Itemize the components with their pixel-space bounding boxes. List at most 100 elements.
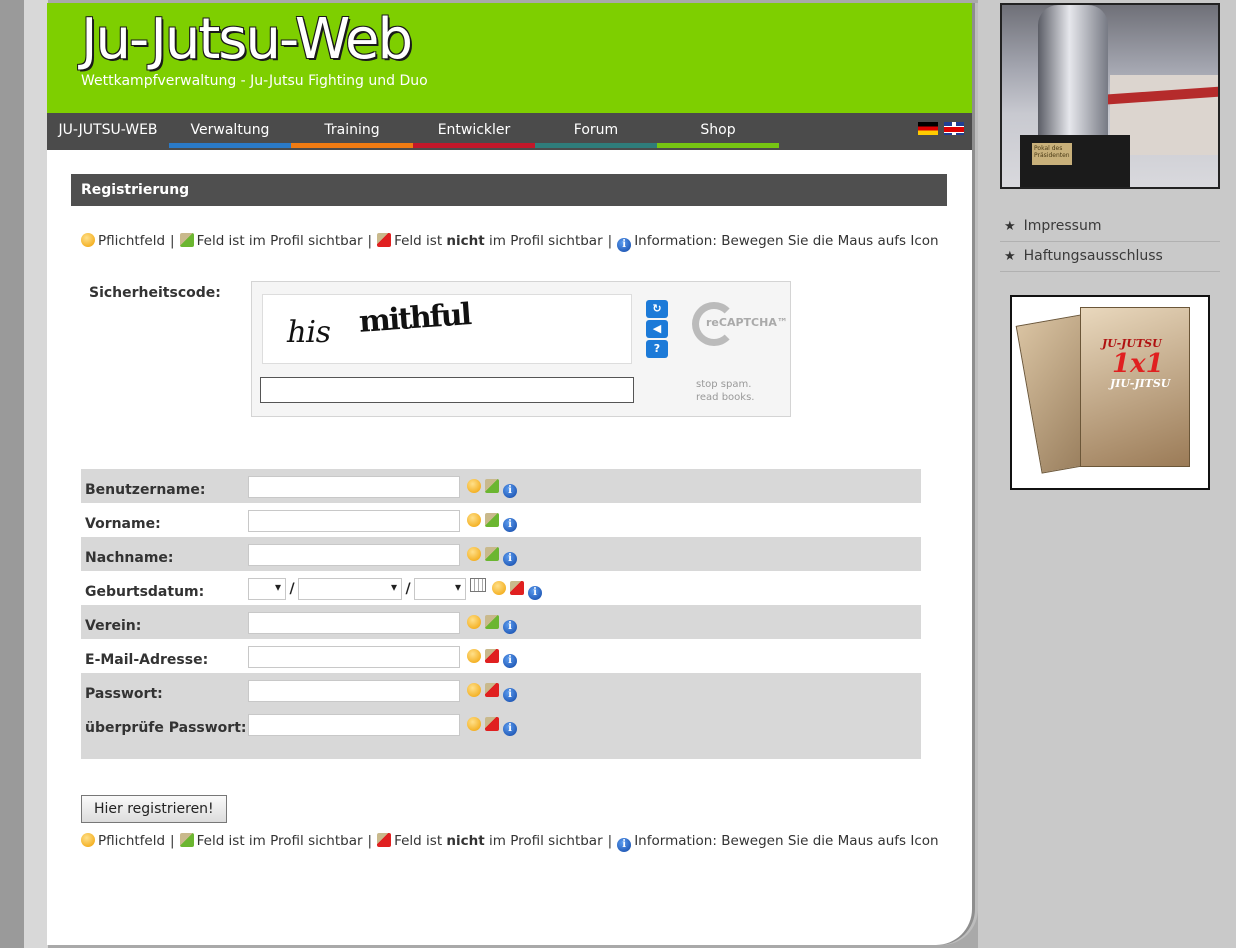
- info-icon[interactable]: i: [503, 688, 517, 702]
- nav-item-entwickler[interactable]: Entwickler: [413, 113, 535, 150]
- help-icon[interactable]: ?: [646, 340, 668, 358]
- refresh-icon[interactable]: ↻: [646, 300, 668, 318]
- nav-bar: [535, 143, 657, 148]
- legend-top: Pflichtfeld | Feld ist im Profil sichtbar |…: [81, 231, 951, 252]
- legend-visible: Feld ist im Profil sichtbar: [196, 833, 363, 849]
- legend-required: Pflichtfeld: [98, 833, 166, 849]
- field-icons: i: [467, 612, 521, 634]
- book-advert[interactable]: JU-JUTSU 1x1 JIU-JITSU: [1010, 295, 1210, 490]
- required-icon: [81, 833, 95, 847]
- not-visible-icon: [377, 233, 392, 247]
- info-icon[interactable]: i: [503, 484, 517, 498]
- sidebar-link-label: Haftungsausschluss: [1023, 248, 1163, 264]
- trophy-image[interactable]: Pokal des Präsidenten: [1000, 3, 1220, 189]
- not-visible-icon: [377, 833, 392, 847]
- recaptcha-logo-text: reCAPTCHA™: [706, 316, 788, 329]
- date-separator: /: [405, 581, 411, 597]
- nav-label: JU-JUTSU-WEB: [58, 122, 158, 138]
- main-nav: JU-JUTSU-WEB Verwaltung Training Entwick…: [47, 113, 972, 150]
- field-icons: i: [467, 714, 521, 736]
- star-icon: ★: [1004, 219, 1016, 234]
- last-name-field[interactable]: [248, 544, 460, 566]
- visible-icon: [485, 513, 499, 527]
- legend-separator: |: [170, 233, 175, 249]
- legend-not-visible-prefix: Feld ist: [394, 833, 443, 849]
- sidebar: Pokal des Präsidenten ★ Impressum ★ Haftun…: [978, 0, 1236, 948]
- visible-icon: [485, 615, 499, 629]
- field-icons: i: [467, 544, 521, 566]
- german-flag-icon[interactable]: [917, 121, 938, 135]
- nav-item-verwaltung[interactable]: Verwaltung: [169, 113, 291, 150]
- birth-month-select[interactable]: [298, 578, 402, 600]
- required-icon: [467, 717, 481, 731]
- sidebar-link-haftungsausschluss[interactable]: ★ Haftungsausschluss: [1000, 242, 1220, 272]
- section-title: Registrierung: [71, 174, 947, 206]
- legend-visible: Feld ist im Profil sichtbar: [196, 233, 363, 249]
- username-field[interactable]: [248, 476, 460, 498]
- form-row-verein: Verein: i: [81, 605, 921, 639]
- legend-required: Pflichtfeld: [98, 233, 166, 249]
- recaptcha-widget: his mithful ↻ ◀ ? reCAPTCHA™ stop spam. …: [251, 281, 791, 417]
- field-icons: i: [492, 578, 546, 600]
- info-icon[interactable]: i: [503, 518, 517, 532]
- nav-item-forum[interactable]: Forum: [535, 113, 657, 150]
- site-logo[interactable]: Ju-Jutsu-Web: [81, 7, 413, 72]
- nav-bar: [413, 143, 535, 148]
- required-icon: [492, 581, 506, 595]
- info-icon[interactable]: i: [503, 654, 517, 668]
- sidebar-links: ★ Impressum ★ Haftungsausschluss: [1000, 212, 1220, 272]
- info-icon[interactable]: i: [503, 722, 517, 736]
- uk-flag-icon[interactable]: [944, 121, 964, 135]
- required-icon: [467, 683, 481, 697]
- email-field[interactable]: [248, 646, 460, 668]
- first-name-field[interactable]: [248, 510, 460, 532]
- nav-item-shop[interactable]: Shop: [657, 113, 779, 150]
- legend-separator: |: [367, 233, 373, 249]
- captcha-word-1: his: [283, 315, 335, 350]
- nav-item-training[interactable]: Training: [291, 113, 413, 150]
- birth-day-select[interactable]: [248, 578, 286, 600]
- captcha-input[interactable]: [260, 377, 634, 403]
- recaptcha-tagline-2: read books.: [696, 392, 755, 403]
- info-icon[interactable]: i: [503, 552, 517, 566]
- trophy-plate: Pokal des Präsidenten: [1032, 143, 1072, 165]
- register-button[interactable]: Hier registrieren!: [81, 795, 227, 823]
- sidebar-link-impressum[interactable]: ★ Impressum: [1000, 212, 1220, 242]
- captcha-label: Sicherheitscode:: [89, 285, 221, 301]
- field-icons: i: [467, 646, 521, 668]
- audio-icon[interactable]: ◀: [646, 320, 668, 338]
- field-label: E-Mail-Adresse:: [85, 652, 209, 668]
- form-row-nachname: Nachname: i: [81, 537, 921, 571]
- legend-separator: |: [170, 833, 175, 849]
- confirm-password-field[interactable]: [248, 714, 460, 736]
- calendar-icon[interactable]: [470, 578, 486, 592]
- birth-year-select[interactable]: [414, 578, 466, 600]
- field-label: Passwort:: [85, 686, 163, 702]
- form-row-benutzername: Benutzername: i: [81, 469, 921, 503]
- field-icons: i: [467, 680, 521, 702]
- nav-item-home[interactable]: JU-JUTSU-WEB: [47, 113, 169, 150]
- legend-not-visible-prefix: Feld ist: [394, 233, 443, 249]
- field-label: überprüfe Passwort:: [85, 720, 247, 736]
- info-icon: i: [617, 238, 632, 252]
- recaptcha-tagline-1: stop spam.: [696, 379, 752, 390]
- required-icon: [467, 513, 481, 527]
- nav-bar: [657, 143, 779, 148]
- form-row-email: E-Mail-Adresse: i: [81, 639, 921, 673]
- main-content: Ju-Jutsu-Web Wettkampfverwaltung - Ju-Ju…: [47, 3, 972, 945]
- form-row-vorname: Vorname: i: [81, 503, 921, 537]
- info-icon[interactable]: i: [528, 586, 542, 600]
- required-icon: [467, 547, 481, 561]
- club-field[interactable]: [248, 612, 460, 634]
- not-visible-icon: [485, 649, 499, 663]
- field-label: Verein:: [85, 618, 142, 634]
- nav-label: Training: [324, 122, 380, 138]
- info-icon[interactable]: i: [503, 620, 517, 634]
- nav-label: Entwickler: [437, 122, 511, 138]
- legend-separator: |: [607, 233, 613, 249]
- book-title-2: 1x1: [1112, 349, 1164, 379]
- recaptcha-tagline: stop spam. read books.: [696, 378, 776, 404]
- password-field[interactable]: [248, 680, 460, 702]
- form-row-passwort-confirm: überprüfe Passwort: i: [81, 707, 921, 759]
- language-switcher: [916, 120, 964, 136]
